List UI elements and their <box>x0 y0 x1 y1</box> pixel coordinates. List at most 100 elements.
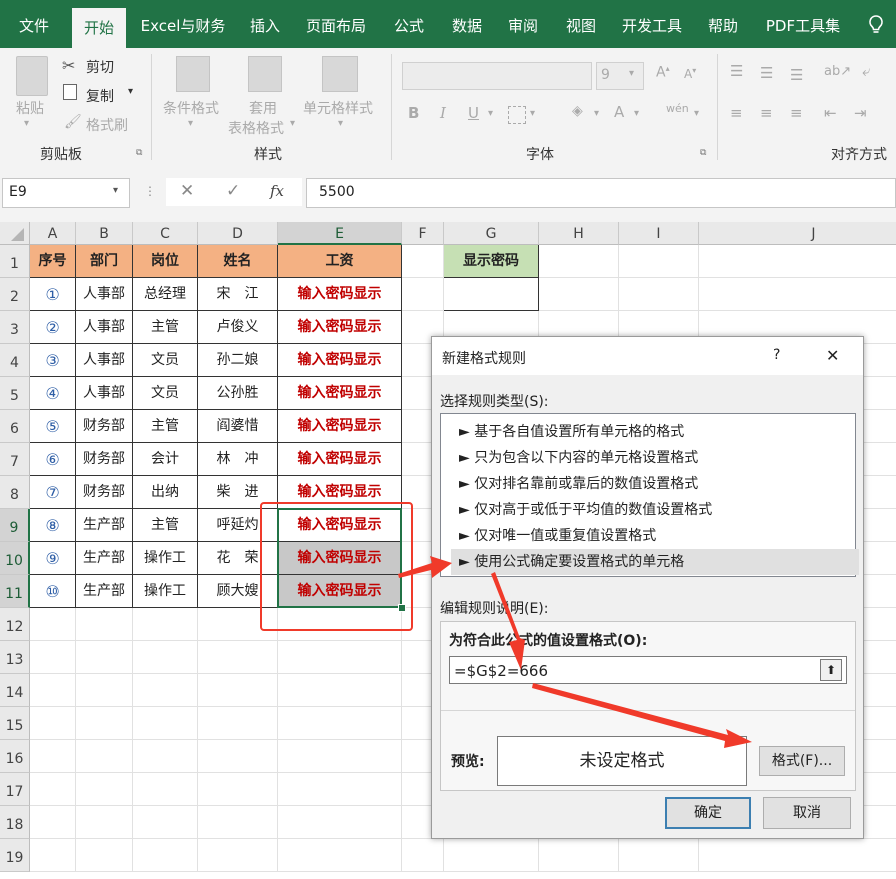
cell-e3[interactable]: 输入密码显示 <box>278 311 402 344</box>
cell-e10[interactable]: 输入密码显示 <box>278 542 402 575</box>
cell-e8[interactable]: 输入密码显示 <box>278 476 402 509</box>
decrease-font-icon[interactable]: A▾ <box>684 66 696 81</box>
cell-a8[interactable]: ⑦ <box>30 476 76 509</box>
cell-e18[interactable] <box>278 806 402 839</box>
borders-icon[interactable] <box>508 106 526 124</box>
row-header-6[interactable]: 6 <box>0 410 30 443</box>
column-header-i[interactable]: I <box>619 222 699 245</box>
row-header-1[interactable]: 1 <box>0 245 30 278</box>
wrap-text-icon[interactable]: ⤶ <box>862 62 870 80</box>
cell-d4[interactable]: 孙二娘 <box>198 344 278 377</box>
ok-button[interactable]: 确定 <box>665 797 751 829</box>
cell-a9[interactable]: ⑧ <box>30 509 76 542</box>
cell-b6[interactable]: 财务部 <box>76 410 133 443</box>
font-name-select[interactable] <box>402 62 592 90</box>
phonetic-dropdown-icon[interactable]: ▾ <box>694 108 699 119</box>
cell-e11[interactable]: 输入密码显示 <box>278 575 402 608</box>
cell-i1[interactable] <box>619 245 699 278</box>
cell-b17[interactable] <box>76 773 133 806</box>
table-format-icon[interactable] <box>248 56 282 92</box>
copy-dropdown-icon[interactable]: ▾ <box>128 86 133 97</box>
borders-dropdown-icon[interactable]: ▾ <box>530 108 535 119</box>
conditional-format-button[interactable]: 条件格式 <box>163 98 219 118</box>
underline-button[interactable]: U <box>468 104 479 122</box>
cell-c18[interactable] <box>133 806 198 839</box>
cell-d5[interactable]: 公孙胜 <box>198 377 278 410</box>
cell-d14[interactable] <box>198 674 278 707</box>
align-top-icon[interactable]: ☰ <box>730 62 743 80</box>
cell-e5[interactable]: 输入密码显示 <box>278 377 402 410</box>
align-left-icon[interactable]: ≡ <box>730 104 743 122</box>
row-header-11[interactable]: 11 <box>0 575 30 608</box>
cell-styles-dropdown-icon[interactable]: ▾ <box>338 118 343 129</box>
cell-b10[interactable]: 生产部 <box>76 542 133 575</box>
cell-e19[interactable] <box>278 839 402 872</box>
cell-a16[interactable] <box>30 740 76 773</box>
copy-icon[interactable] <box>63 84 77 100</box>
rule-type-list[interactable]: ► 基于各自值设置所有单元格的格式 ► 只为包含以下内容的单元格设置格式 ► 仅… <box>440 413 859 577</box>
enter-icon[interactable]: ✓ <box>226 181 240 201</box>
cell-b16[interactable] <box>76 740 133 773</box>
cell-b1[interactable]: 部门 <box>76 245 133 278</box>
copy-button[interactable]: 复制 <box>86 86 114 106</box>
tab-view[interactable]: 视图 <box>556 0 606 48</box>
cell-c2[interactable]: 总经理 <box>133 278 198 311</box>
cell-d16[interactable] <box>198 740 278 773</box>
font-size-select[interactable]: 9 ▾ <box>596 62 644 90</box>
font-color-icon[interactable]: A <box>614 103 624 121</box>
cell-b19[interactable] <box>76 839 133 872</box>
cut-button[interactable]: 剪切 <box>86 57 114 77</box>
underline-dropdown-icon[interactable]: ▾ <box>488 108 493 119</box>
tab-review[interactable]: 审阅 <box>498 0 548 48</box>
cell-c5[interactable]: 文员 <box>133 377 198 410</box>
cell-c15[interactable] <box>133 707 198 740</box>
formula-input[interactable]: 5500 <box>306 178 896 208</box>
formula-field[interactable]: =$G$2=666 ⬆ <box>449 656 847 684</box>
cell-c17[interactable] <box>133 773 198 806</box>
cell-b15[interactable] <box>76 707 133 740</box>
cell-d15[interactable] <box>198 707 278 740</box>
row-header-17[interactable]: 17 <box>0 773 30 806</box>
help-button[interactable]: ? <box>773 347 780 363</box>
column-header-e[interactable]: E <box>278 222 402 245</box>
format-painter-icon[interactable]: 🖌 <box>64 114 82 130</box>
cell-styles-icon[interactable] <box>322 56 358 92</box>
cell-g19[interactable] <box>444 839 539 872</box>
column-header-f[interactable]: F <box>402 222 444 245</box>
cell-e14[interactable] <box>278 674 402 707</box>
cell-b11[interactable]: 生产部 <box>76 575 133 608</box>
tab-help[interactable]: 帮助 <box>698 0 748 48</box>
cell-a7[interactable]: ⑥ <box>30 443 76 476</box>
name-box[interactable]: E9 ▾ <box>2 178 130 208</box>
cell-e17[interactable] <box>278 773 402 806</box>
row-header-12[interactable]: 12 <box>0 608 30 641</box>
cell-f19[interactable] <box>402 839 444 872</box>
increase-font-icon[interactable]: A▴ <box>656 64 670 81</box>
conditional-format-dropdown-icon[interactable]: ▾ <box>188 118 193 129</box>
rule-type-item[interactable]: ► 仅对唯一值或重复值设置格式 <box>451 523 859 549</box>
cell-f1[interactable] <box>402 245 444 278</box>
cell-i2[interactable] <box>619 278 699 311</box>
cell-j1[interactable] <box>699 245 896 278</box>
row-header-19[interactable]: 19 <box>0 839 30 872</box>
cell-c19[interactable] <box>133 839 198 872</box>
fill-color-icon[interactable]: ◈ <box>572 103 583 119</box>
cell-c3[interactable]: 主管 <box>133 311 198 344</box>
cell-g2[interactable] <box>444 278 539 311</box>
name-box-dropdown-icon[interactable]: ▾ <box>113 185 118 196</box>
cell-b13[interactable] <box>76 641 133 674</box>
align-right-icon[interactable]: ≡ <box>790 104 803 122</box>
cell-j2[interactable] <box>699 278 896 311</box>
italic-button[interactable]: I <box>440 104 446 122</box>
cell-a3[interactable]: ② <box>30 311 76 344</box>
align-center-icon[interactable]: ≡ <box>760 104 773 122</box>
cell-e1[interactable]: 工资 <box>278 245 402 278</box>
cell-e7[interactable]: 输入密码显示 <box>278 443 402 476</box>
cell-d3[interactable]: 卢俊义 <box>198 311 278 344</box>
fill-color-dropdown-icon[interactable]: ▾ <box>594 108 599 119</box>
insert-function-icon[interactable]: fx <box>270 182 284 200</box>
cell-e16[interactable] <box>278 740 402 773</box>
tab-page-layout[interactable]: 页面布局 <box>298 0 374 48</box>
cell-b12[interactable] <box>76 608 133 641</box>
cell-d6[interactable]: 阎婆惜 <box>198 410 278 443</box>
